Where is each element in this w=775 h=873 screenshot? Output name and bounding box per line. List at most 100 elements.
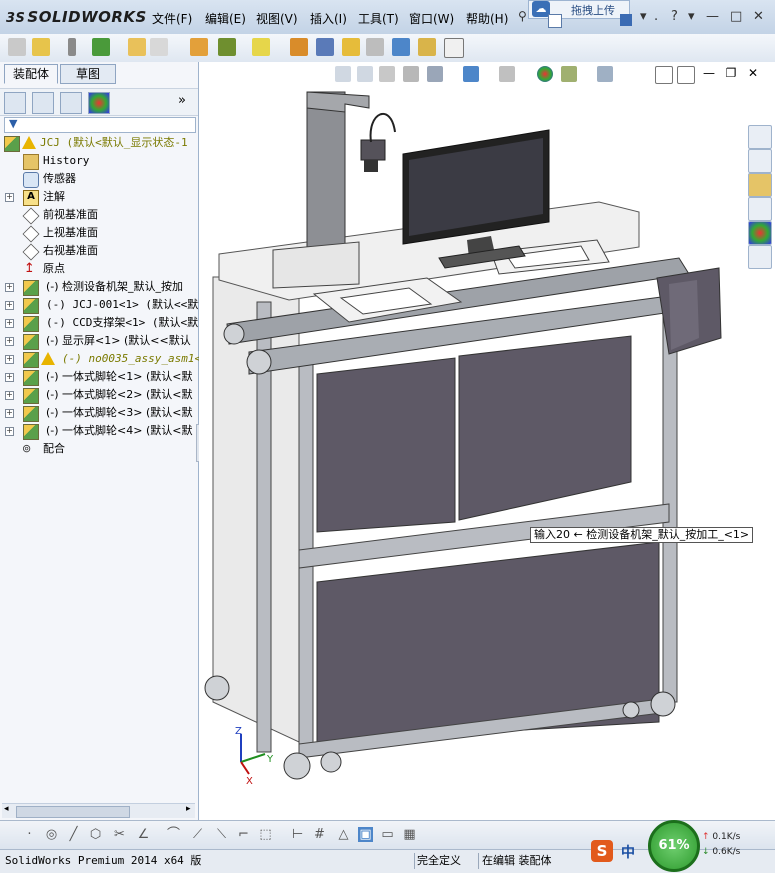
hide-show-items-icon[interactable] xyxy=(499,66,515,82)
point-icon[interactable]: · xyxy=(22,827,37,842)
scroll-right-icon[interactable]: ▸ xyxy=(186,804,191,814)
expand-icon[interactable]: + xyxy=(5,391,14,400)
view-palette-icon[interactable] xyxy=(748,197,772,221)
minimize-button[interactable]: — xyxy=(706,9,719,24)
circle-icon[interactable]: ◎ xyxy=(44,827,59,842)
viewport-minimize-icon[interactable]: — xyxy=(701,66,717,82)
display-manager-icon[interactable] xyxy=(88,92,110,114)
angle-icon[interactable]: ∠ xyxy=(136,827,151,842)
trim-icon[interactable]: ✂ xyxy=(112,827,127,842)
scroll-left-icon[interactable]: ◂ xyxy=(4,804,9,814)
bill-of-materials-icon[interactable] xyxy=(316,38,334,56)
component-icon[interactable] xyxy=(8,38,26,56)
polygon-icon[interactable]: ⬡ xyxy=(88,827,103,842)
menu-insert[interactable]: 插入(I) xyxy=(310,10,347,27)
show-hidden-icon[interactable] xyxy=(190,38,208,56)
view-orientation-icon[interactable] xyxy=(427,66,443,82)
file-explorer-icon[interactable] xyxy=(748,173,772,197)
interference-icon[interactable] xyxy=(392,38,410,56)
feature-manager-icon[interactable] xyxy=(4,92,26,114)
instant3d-icon[interactable] xyxy=(444,38,464,58)
shaded-view-icon[interactable]: ▣ xyxy=(358,827,373,842)
scroll-thumb[interactable] xyxy=(16,806,130,818)
drag-upload-button[interactable]: ☁ 拖拽上传 xyxy=(528,0,630,19)
expand-icon[interactable]: + xyxy=(5,427,14,436)
close-button[interactable]: ✕ xyxy=(753,9,764,24)
panel-expand-icon[interactable]: » xyxy=(178,93,186,108)
appearances-icon[interactable] xyxy=(748,221,772,245)
menu-edit[interactable]: 编辑(E) xyxy=(205,10,246,27)
restore-button[interactable]: □ xyxy=(730,9,742,24)
dropdown-arrow-icon[interactable]: ▾ xyxy=(640,9,647,24)
split-view-icon[interactable] xyxy=(655,66,673,84)
menu-file[interactable]: 文件(F) xyxy=(152,10,192,27)
zoom-to-area-icon[interactable] xyxy=(357,66,373,82)
design-library-icon[interactable] xyxy=(748,149,772,173)
move-component-icon[interactable] xyxy=(150,38,168,56)
menu-help[interactable]: 帮助(H) xyxy=(466,10,508,27)
chamfer-icon[interactable]: ⟋ xyxy=(190,827,205,842)
assembly-features-icon[interactable] xyxy=(218,38,236,56)
view-split-icon[interactable]: ▭ xyxy=(380,827,395,842)
expand-icon[interactable]: + xyxy=(5,409,14,418)
save-icon[interactable] xyxy=(620,14,632,26)
explode-line-icon[interactable] xyxy=(366,38,384,56)
rectangle-select-icon[interactable]: ⬚ xyxy=(258,827,273,842)
origin-icon: ↥ xyxy=(24,261,35,276)
ime-language[interactable]: 中 xyxy=(621,842,635,862)
apply-scene-icon[interactable] xyxy=(561,66,577,82)
linear-pattern-icon[interactable] xyxy=(92,38,110,56)
clearance-icon[interactable] xyxy=(418,38,436,56)
expand-icon[interactable]: + xyxy=(5,337,14,346)
pin-icon[interactable]: ⚲ xyxy=(518,9,527,23)
expand-icon[interactable]: + xyxy=(5,283,14,292)
new-motion-study-icon[interactable] xyxy=(290,38,308,56)
line-icon[interactable]: ╱ xyxy=(66,827,81,842)
smart-fasteners-icon[interactable] xyxy=(128,38,146,56)
configuration-manager-icon[interactable] xyxy=(60,92,82,114)
relation-icon[interactable]: △ xyxy=(336,827,351,842)
expand-icon[interactable]: + xyxy=(5,373,14,382)
property-manager-icon[interactable] xyxy=(32,92,54,114)
reference-geometry-icon[interactable] xyxy=(252,38,270,56)
viewport-restore-icon[interactable]: ❐ xyxy=(723,66,739,82)
ime-indicator[interactable]: S 中 xyxy=(591,840,647,864)
tab-sketch[interactable]: 草图 xyxy=(60,64,116,84)
graphics-area[interactable]: Z Y X xyxy=(199,62,775,820)
custom-properties-icon[interactable] xyxy=(748,245,772,269)
zoom-to-fit-icon[interactable] xyxy=(335,66,351,82)
tree-filter-field[interactable]: ▼ xyxy=(4,117,196,133)
panel-horizontal-scrollbar[interactable]: ◂ ▸ xyxy=(2,803,195,818)
more-icon[interactable]: . xyxy=(654,9,658,24)
home-icon[interactable] xyxy=(748,125,772,149)
machine-model[interactable]: Z Y X xyxy=(199,62,775,820)
offset-icon[interactable]: ⟍ xyxy=(214,827,229,842)
previous-view-icon[interactable] xyxy=(379,66,395,82)
viewport-close-icon[interactable]: ✕ xyxy=(745,66,761,82)
grid-icon[interactable]: # xyxy=(312,827,327,842)
menu-tools[interactable]: 工具(T) xyxy=(358,10,399,27)
fillet-icon[interactable]: ⌒ xyxy=(166,827,181,842)
expand-icon[interactable]: + xyxy=(5,301,14,310)
display-style-icon[interactable] xyxy=(463,66,479,82)
split-view-2-icon[interactable] xyxy=(677,66,695,84)
tab-assembly[interactable]: 装配体 xyxy=(4,64,58,84)
expand-icon[interactable]: + xyxy=(5,319,14,328)
exploded-view-icon[interactable] xyxy=(342,38,360,56)
new-doc-icon[interactable] xyxy=(548,14,562,28)
mate-icon[interactable] xyxy=(68,38,76,56)
menu-view[interactable]: 视图(V) xyxy=(256,10,298,27)
view-settings-icon[interactable] xyxy=(597,66,613,82)
expand-icon[interactable]: + xyxy=(5,193,14,202)
table-view-icon[interactable]: ▦ xyxy=(402,827,417,842)
help-button[interactable]: ? xyxy=(671,9,678,24)
corner-icon[interactable]: ⌐ xyxy=(236,827,251,842)
dimension-icon[interactable]: ⊢ xyxy=(290,827,305,842)
edit-appearance-icon[interactable] xyxy=(537,66,553,82)
section-view-icon[interactable] xyxy=(403,66,419,82)
network-speed-widget[interactable]: 61% ↑ 0.1K/s ↓ 0.6K/s xyxy=(648,820,775,872)
menu-window[interactable]: 窗口(W) xyxy=(409,10,454,27)
insert-component-icon[interactable] xyxy=(32,38,50,56)
expand-icon[interactable]: + xyxy=(5,355,14,364)
help-dropdown-icon[interactable]: ▾ xyxy=(688,9,695,24)
